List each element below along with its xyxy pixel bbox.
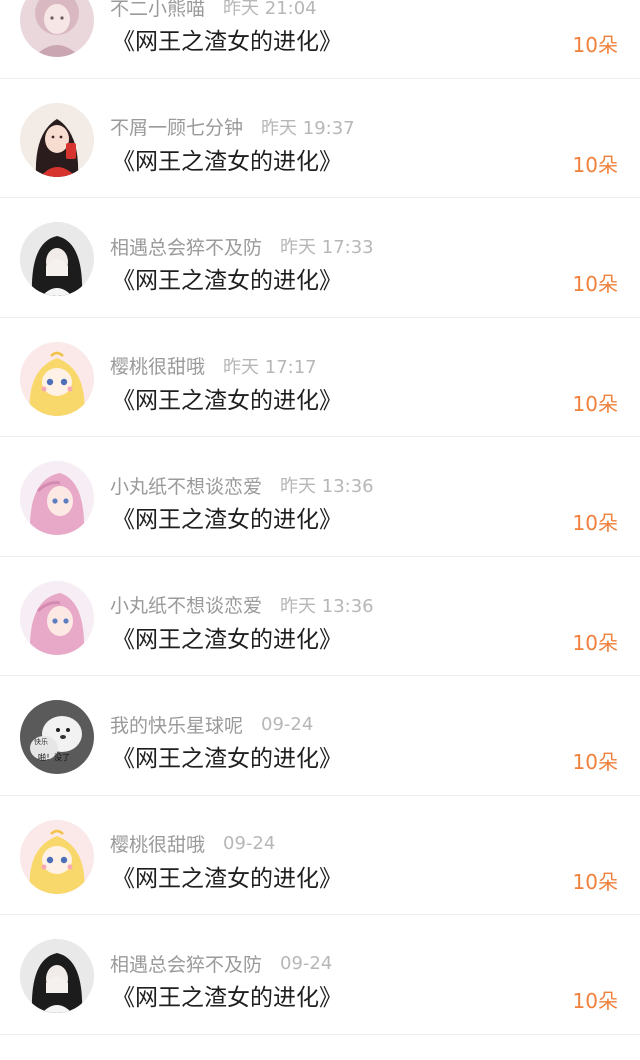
sender-name[interactable]: 相遇总会猝不及防 (110, 950, 262, 977)
list-item[interactable]: 樱桃很甜哦 09-24 《网王之渣女的进化》 10朵 (0, 796, 640, 915)
gift-amount: 10朵 (572, 750, 618, 774)
avatar-caption-1: 快乐 (34, 737, 48, 746)
list-item[interactable]: 不二小熊喵 昨天 21:04 《网王之渣女的进化》 10朵 (0, 0, 640, 79)
send-time: 昨天 13:36 (280, 476, 374, 497)
sender-name[interactable]: 小丸纸不想谈恋爱 (110, 472, 262, 499)
book-title[interactable]: 《网王之渣女的进化》 (112, 142, 342, 176)
gift-amount: 10朵 (572, 989, 618, 1013)
avatar[interactable] (20, 341, 94, 416)
list-item[interactable]: 不屑一顾七分钟 昨天 19:37 《网王之渣女的进化》 10朵 (0, 79, 640, 198)
gift-amount: 10朵 (572, 272, 618, 296)
send-time: 昨天 13:36 (280, 595, 374, 617)
gift-amount: 10朵 (572, 33, 618, 57)
gift-amount: 10朵 (572, 869, 618, 894)
avatar[interactable] (20, 222, 94, 296)
sender-name[interactable]: 我的快乐星球呢 (110, 711, 243, 738)
send-time: 昨天 19:37 (261, 117, 355, 139)
sender-name[interactable]: 小丸纸不想谈恋爱 (110, 591, 262, 618)
gift-record-list: 不二小熊喵 昨天 21:04 《网王之渣女的进化》 10朵 不屑一顾七分钟 昨天… (0, 0, 640, 1035)
gift-amount: 10朵 (572, 511, 618, 535)
book-title[interactable]: 《网王之渣女的进化》 (112, 739, 342, 773)
divider (0, 1033, 640, 1035)
avatar-caption-2: 啪！没了 (38, 752, 70, 762)
gift-amount: 10朵 (572, 630, 618, 655)
send-time: 09-24 (261, 713, 314, 735)
list-item[interactable]: 相遇总会猝不及防 昨天 17:33 《网王之渣女的进化》 10朵 (0, 198, 640, 318)
send-time: 09-24 (280, 952, 333, 974)
sender-name[interactable]: 樱桃很甜哦 (110, 830, 205, 857)
send-time: 昨天 17:33 (280, 237, 374, 258)
avatar[interactable]: 快乐 啪！没了 (20, 700, 94, 774)
list-item[interactable]: 相遇总会猝不及防 09-24 《网王之渣女的进化》 10朵 (0, 915, 640, 1035)
avatar[interactable] (20, 102, 94, 177)
book-title[interactable]: 《网王之渣女的进化》 (112, 978, 342, 1012)
send-time: 昨天 21:04 (223, 0, 317, 19)
avatar[interactable] (20, 0, 94, 57)
book-title[interactable]: 《网王之渣女的进化》 (112, 500, 342, 534)
list-item[interactable]: 小丸纸不想谈恋爱 昨天 13:36 《网王之渣女的进化》 10朵 (0, 557, 640, 676)
book-title[interactable]: 《网王之渣女的进化》 (112, 859, 342, 893)
avatar[interactable] (20, 939, 94, 1013)
gift-amount: 10朵 (572, 391, 618, 416)
list-item[interactable]: 小丸纸不想谈恋爱 昨天 13:36 《网王之渣女的进化》 10朵 (0, 437, 640, 557)
avatar[interactable] (20, 461, 94, 535)
sender-name[interactable]: 不屑一顾七分钟 (110, 113, 243, 140)
list-item[interactable]: 樱桃很甜哦 昨天 17:17 《网王之渣女的进化》 10朵 (0, 318, 640, 437)
send-time: 昨天 17:17 (223, 356, 317, 378)
avatar[interactable] (20, 819, 94, 894)
list-item[interactable]: 快乐 啪！没了 我的快乐星球呢 09-24 《网王之渣女的进化》 10朵 (0, 676, 640, 796)
book-title[interactable]: 《网王之渣女的进化》 (112, 381, 342, 415)
book-title[interactable]: 《网王之渣女的进化》 (112, 22, 342, 56)
gift-amount: 10朵 (572, 152, 618, 177)
sender-name[interactable]: 樱桃很甜哦 (110, 352, 205, 379)
book-title[interactable]: 《网王之渣女的进化》 (112, 620, 342, 654)
send-time: 09-24 (223, 833, 276, 854)
book-title[interactable]: 《网王之渣女的进化》 (112, 261, 342, 295)
sender-name[interactable]: 相遇总会猝不及防 (110, 233, 262, 260)
avatar[interactable] (20, 580, 94, 655)
sender-name[interactable]: 不二小熊喵 (110, 0, 205, 21)
